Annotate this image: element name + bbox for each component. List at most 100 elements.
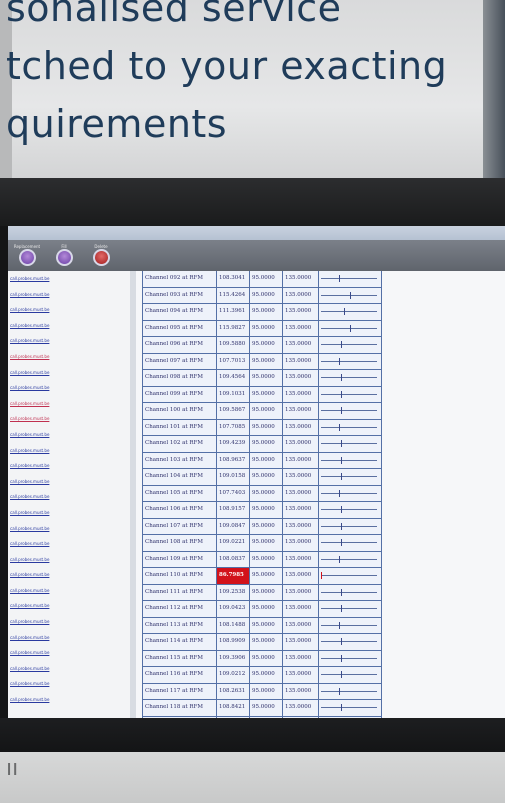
channel-name-cell: Channel 116 at RFM <box>142 667 217 683</box>
table-row[interactable]: Channel 105 at RFM 107.7403 95.0000 135.000… <box>142 485 382 502</box>
left-list-item[interactable]: call.probes.must.be <box>8 318 130 334</box>
table-row[interactable]: Channel 097 at RFM 107.7013 95.0000 135.000… <box>142 353 382 370</box>
min-limit-cell: 95.0000 <box>250 502 283 518</box>
level-gauge-cell <box>319 617 382 633</box>
left-list-item[interactable]: call.probes.must.be <box>8 302 130 318</box>
table-row[interactable]: Channel 107 at RFM 109.0847 95.0000 135.000… <box>142 518 382 535</box>
min-limit-cell: 95.0000 <box>250 535 283 551</box>
measured-value-cell: 109.0423 <box>217 601 250 617</box>
table-row[interactable]: Channel 098 at RFM 109.4564 95.0000 135.000… <box>142 370 382 387</box>
left-list-item[interactable]: call.probes.must.be <box>8 552 130 568</box>
table-row[interactable]: Channel 093 at RFM 115.4264 95.0000 135.000… <box>142 287 382 304</box>
table-row[interactable]: Channel 109 at RFM 108.0837 95.0000 135.000… <box>142 551 382 568</box>
table-row[interactable]: Channel 094 at RFM 111.3961 95.0000 135.000… <box>142 304 382 321</box>
table-row[interactable]: Channel 115 at RFM 109.3906 95.0000 135.000… <box>142 650 382 667</box>
table-row[interactable]: Channel 113 at RFM 108.1488 95.0000 135.000… <box>142 617 382 634</box>
table-row[interactable]: Channel 116 at RFM 109.0212 95.0000 135.000… <box>142 667 382 684</box>
level-gauge-marker <box>341 390 342 398</box>
min-limit-cell: 95.0000 <box>250 700 283 716</box>
left-list-item[interactable]: call.probes.must.be <box>8 365 130 381</box>
table-row[interactable]: Channel 111 at RFM 109.2538 95.0000 135.000… <box>142 584 382 601</box>
min-limit-cell: 95.0000 <box>250 551 283 567</box>
left-list-item[interactable]: call.probes.must.be <box>8 598 130 614</box>
table-row[interactable]: Channel 112 at RFM 109.0423 95.0000 135.000… <box>142 601 382 618</box>
level-gauge-marker <box>339 423 340 431</box>
min-limit-cell: 95.0000 <box>250 353 283 369</box>
level-gauge-marker <box>341 704 342 711</box>
table-row[interactable]: Channel 102 at RFM 109.4239 95.0000 135.000… <box>142 436 382 453</box>
channel-name-cell: Channel 115 at RFM <box>142 650 217 666</box>
measured-value-cell: 108.1488 <box>217 617 250 633</box>
left-list-item[interactable]: call.probes.must.be <box>8 521 130 537</box>
table-row[interactable]: Channel 100 at RFM 109.5867 95.0000 135.000… <box>142 403 382 420</box>
left-list-item[interactable]: call.probes.must.be <box>8 536 130 552</box>
channel-name-cell: Channel 102 at RFM <box>142 436 217 452</box>
measured-value-cell: 109.0212 <box>217 667 250 683</box>
measured-value-cell: 109.4239 <box>217 436 250 452</box>
max-limit-cell: 135.0000 <box>283 601 319 617</box>
table-row[interactable]: Channel 103 at RFM 108.9637 95.0000 135.000… <box>142 452 382 469</box>
table-row[interactable]: Channel 101 at RFM 107.7085 95.0000 135.000… <box>142 419 382 436</box>
table-row[interactable]: Channel 108 at RFM 109.0221 95.0000 135.000… <box>142 535 382 552</box>
table-row[interactable]: Channel 110 at RFM 86.7985 95.0000 135.0000 <box>142 568 382 585</box>
table-row[interactable]: Channel 092 at RFM 108.3041 95.0000 135.000… <box>142 271 382 288</box>
table-row[interactable]: Channel 099 at RFM 109.1031 95.0000 135.000… <box>142 386 382 403</box>
left-list-item[interactable]: call.probes.must.be <box>8 676 130 692</box>
replacement-button[interactable]: Replacement <box>12 244 42 270</box>
measured-value-cell: 109.2538 <box>217 584 250 600</box>
measured-value-cell: 109.4564 <box>217 370 250 386</box>
channel-name-cell: Channel 100 at RFM <box>142 403 217 419</box>
measured-value-cell: 108.8421 <box>217 700 250 716</box>
table-row[interactable]: Channel 117 at RFM 108.2631 95.0000 135.000… <box>142 683 382 700</box>
left-list-item[interactable]: call.probes.must.be <box>8 458 130 474</box>
max-limit-cell: 135.0000 <box>283 403 319 419</box>
level-gauge-marker <box>341 654 342 662</box>
level-gauge-cell <box>319 700 382 716</box>
fill-button[interactable]: Fill <box>52 244 76 270</box>
max-limit-cell: 135.0000 <box>283 370 319 386</box>
left-list-item[interactable]: call.probes.must.be <box>8 411 130 427</box>
table-row[interactable]: Channel 095 at RFM 115.9827 95.0000 135.000… <box>142 320 382 337</box>
left-list-item[interactable]: call.probes.must.be <box>8 271 130 287</box>
level-gauge-marker <box>341 341 342 348</box>
left-list-item[interactable]: call.probes.must.be <box>8 567 130 583</box>
left-list-item[interactable]: call.probes.must.be <box>8 645 130 661</box>
left-list-item[interactable]: call.probes.must.be <box>8 474 130 490</box>
left-list-item[interactable]: call.probes.must.be <box>8 614 130 630</box>
channel-name-cell: Channel 094 at RFM <box>142 304 217 320</box>
table-row[interactable]: Channel 106 at RFM 108.9157 95.0000 135.000… <box>142 502 382 519</box>
max-limit-cell: 135.0000 <box>283 634 319 650</box>
channel-table-pane[interactable]: Channel 092 at RFM 108.3041 95.0000 135.000… <box>136 271 505 718</box>
left-list-item[interactable]: call.probes.must.be <box>8 380 130 396</box>
measured-value-cell: 109.0158 <box>217 469 250 485</box>
left-list-item[interactable]: call.probes.must.be <box>8 505 130 521</box>
left-list-item[interactable]: call.probes.must.be <box>8 443 130 459</box>
level-gauge-marker <box>350 291 351 299</box>
left-list-item[interactable]: call.probes.must.be <box>8 692 130 708</box>
table-row[interactable]: Channel 118 at RFM 108.8421 95.0000 135.000… <box>142 700 382 717</box>
left-list-item[interactable]: call.probes.must.be <box>8 489 130 505</box>
left-list-item[interactable]: call.probes.must.be <box>8 661 130 677</box>
measured-value-cell: 111.3961 <box>217 304 250 320</box>
level-gauge-marker <box>339 621 340 629</box>
left-list-item[interactable]: call.probes.must.be <box>8 583 130 599</box>
table-row[interactable]: Channel 104 at RFM 109.0158 95.0000 135.000… <box>142 469 382 486</box>
level-gauge-marker <box>339 687 340 695</box>
left-list-item[interactable]: call.probes.must.be <box>8 427 130 443</box>
left-list-item[interactable]: call.probes.must.be <box>8 287 130 303</box>
left-list-item[interactable]: call.probes.must.be <box>8 349 130 365</box>
table-row[interactable]: Channel 096 at RFM 109.5880 95.0000 135.000… <box>142 337 382 354</box>
poster-dark-strip <box>483 0 505 178</box>
left-list-item[interactable]: call.probes.must.be <box>8 396 130 412</box>
left-list-item[interactable]: call.probes.must.be <box>8 333 130 349</box>
left-list-item[interactable]: call.probes.must.be <box>8 630 130 646</box>
poster-line-3: quirements <box>6 102 228 146</box>
level-gauge-marker <box>341 671 342 678</box>
table-row[interactable]: Channel 114 at RFM 108.9909 95.0000 135.000… <box>142 634 382 651</box>
delete-button[interactable]: Delete <box>89 244 113 270</box>
left-list-pane[interactable]: call.probes.must.be call.probes.must.be ca… <box>8 271 131 718</box>
min-limit-cell: 95.0000 <box>250 452 283 468</box>
level-gauge-cell <box>319 568 382 584</box>
poster-line-1: sonalised service <box>6 0 342 30</box>
channel-name-cell: Channel 101 at RFM <box>142 419 217 435</box>
